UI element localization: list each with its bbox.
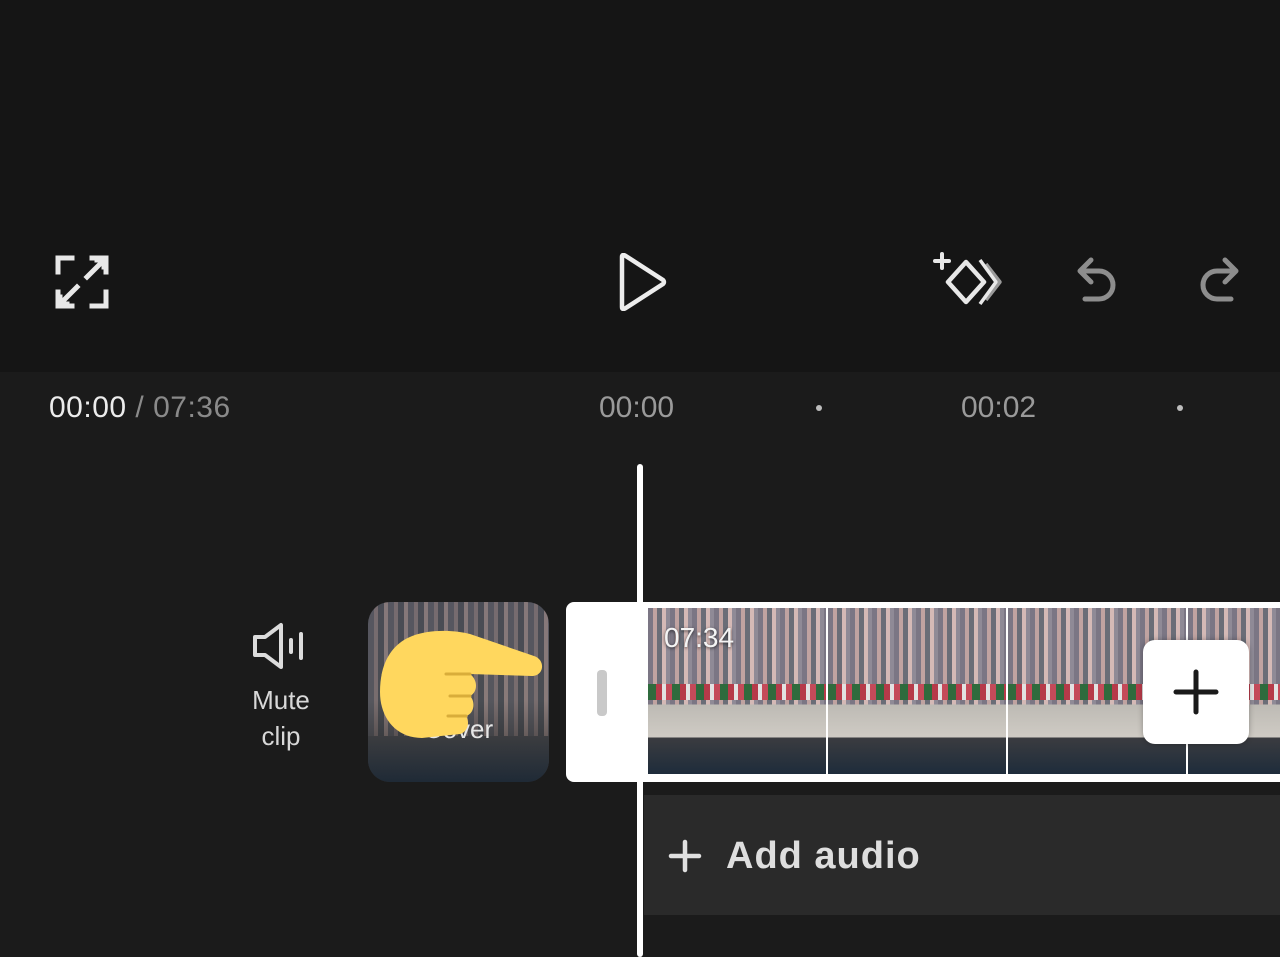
- add-audio-label: Add audio: [726, 835, 921, 877]
- clip-duration: 07:34: [664, 622, 735, 653]
- undo-button[interactable]: [1052, 240, 1136, 324]
- undo-icon: [1077, 257, 1116, 302]
- add-audio-button[interactable]: Add audio: [644, 795, 1280, 915]
- time-display: 00:00 / 07:36: [49, 391, 231, 425]
- play-icon: [619, 253, 667, 311]
- ruler-label-0: 00:00: [599, 391, 675, 424]
- plus-icon: [1173, 669, 1219, 715]
- ruler-label-2: 00:02: [961, 391, 1037, 424]
- mute-clip-label: Mute clip: [234, 682, 328, 754]
- ruler-tick-dot: [1177, 405, 1183, 411]
- plus-icon: [668, 839, 702, 873]
- add-clip-button[interactable]: [1143, 640, 1249, 744]
- mute-label-line2: clip: [261, 721, 301, 751]
- mute-clip-button[interactable]: Mute clip: [234, 620, 328, 770]
- frame-shelf: [648, 684, 826, 700]
- keyframe-button[interactable]: [918, 240, 1018, 324]
- clip-trim-handle-left[interactable]: [566, 602, 646, 782]
- play-button[interactable]: [600, 240, 684, 324]
- current-time: 00:00: [49, 391, 127, 424]
- fullscreen-button[interactable]: [40, 240, 124, 324]
- time-separator: /: [126, 391, 154, 424]
- trim-grip: [597, 670, 607, 716]
- clip-frame: [828, 608, 1006, 774]
- ruler-tick-dot: [816, 405, 822, 411]
- frame-shelf: [828, 684, 1006, 700]
- fullscreen-icon: [55, 255, 109, 309]
- speaker-icon: [253, 623, 303, 669]
- playhead[interactable]: [637, 464, 643, 957]
- mute-label-line1: Mute: [252, 685, 310, 715]
- keyframe-icon: [933, 252, 1002, 306]
- pointing-hand-emoji: [380, 630, 543, 738]
- total-duration: 07:36: [153, 391, 231, 424]
- redo-icon: [1200, 257, 1239, 302]
- redo-button[interactable]: [1180, 240, 1264, 324]
